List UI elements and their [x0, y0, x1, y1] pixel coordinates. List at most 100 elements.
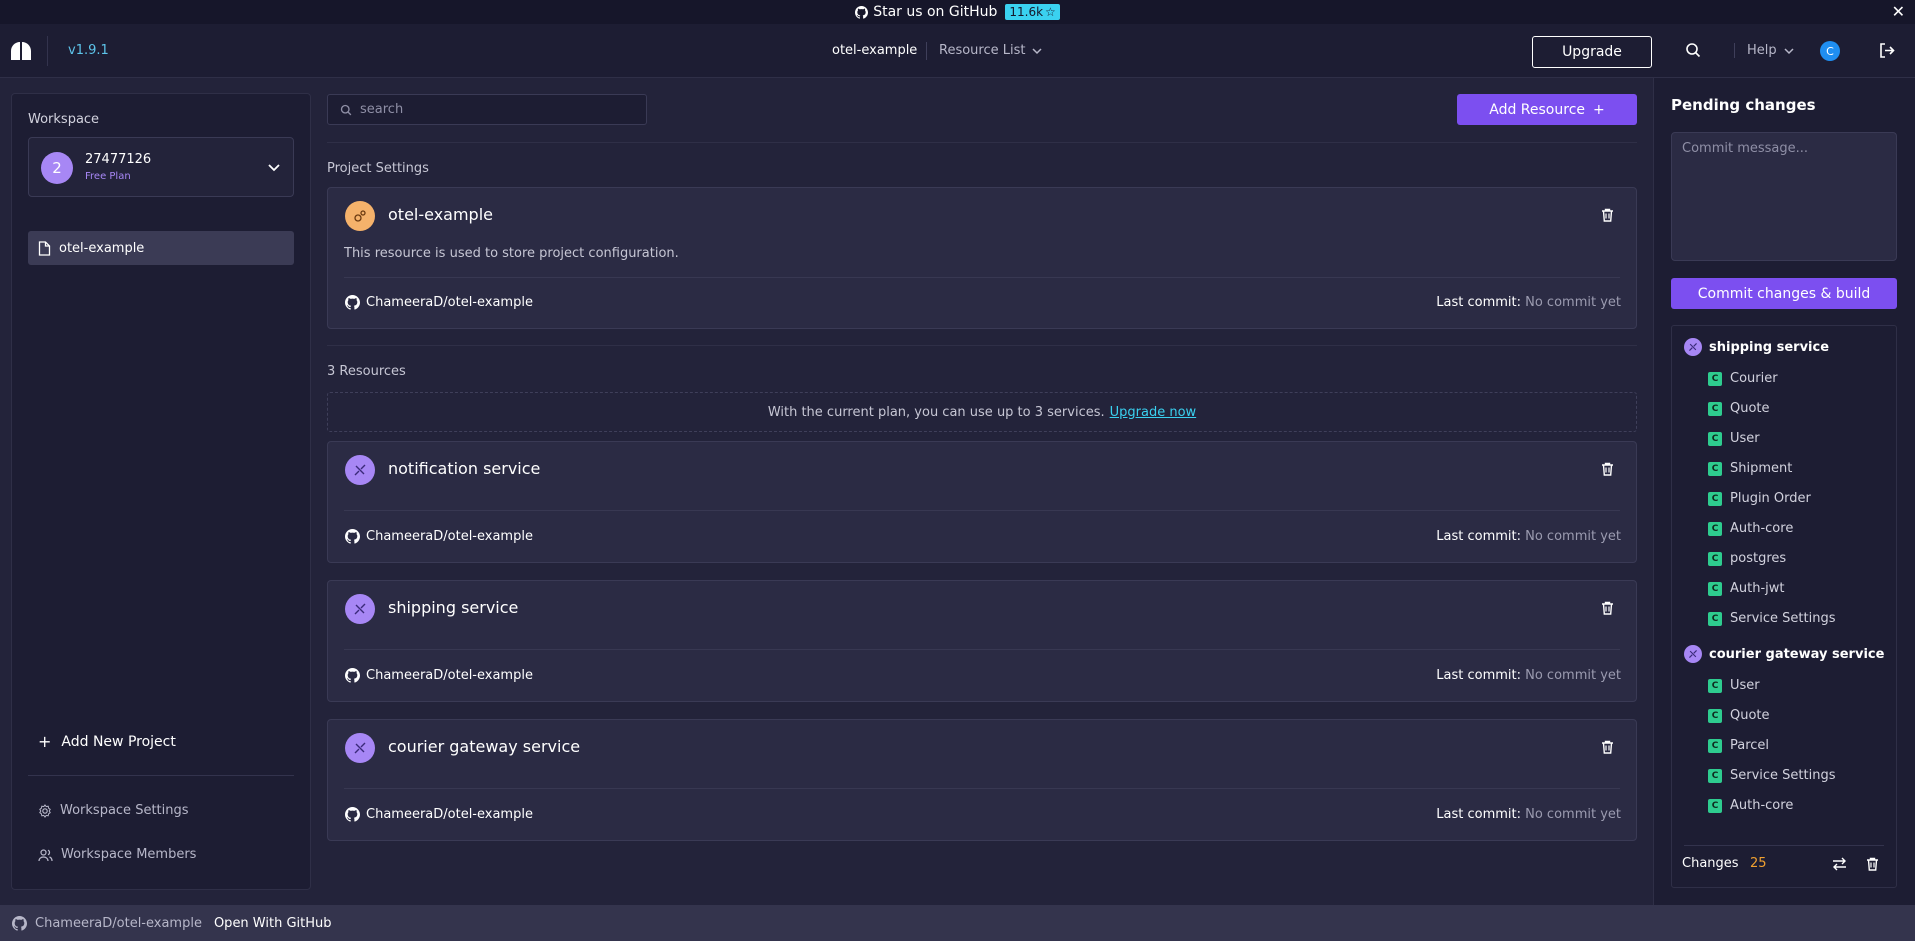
commit-message-input[interactable]: [1671, 132, 1897, 261]
changes-service-group[interactable]: shipping service: [1684, 338, 1829, 356]
sidebar-item-otel-example[interactable]: otel-example: [28, 231, 294, 265]
change-item[interactable]: C Plugin Order: [1708, 491, 1811, 506]
chevron-down-icon: [268, 164, 280, 172]
change-item[interactable]: C Auth-core: [1708, 521, 1793, 536]
repo-link[interactable]: ChameeraD/otel-example: [345, 668, 533, 683]
trash-icon[interactable]: [1601, 601, 1614, 615]
changes-list: Changes 25 shipping service C Courier C Quot…: [1671, 325, 1897, 888]
header-divider: [926, 42, 927, 60]
project-settings-card[interactable]: otel-example This resource is used to st…: [327, 187, 1637, 329]
current-project-name[interactable]: otel-example: [832, 43, 917, 58]
service-icon: [345, 455, 375, 485]
card-divider: [344, 788, 1620, 789]
search-icon[interactable]: [1685, 42, 1701, 58]
workspace-members-label: Workspace Members: [61, 847, 197, 862]
add-resource-label: Add Resource: [1489, 101, 1586, 118]
change-item[interactable]: C Courier: [1708, 371, 1778, 386]
github-icon: [345, 807, 360, 822]
trash-icon[interactable]: [1601, 208, 1614, 222]
top-header: v1.9.1 otel-example Resource List Upgrad…: [0, 24, 1915, 78]
resource-card[interactable]: notification service ChameeraD/otel-exam…: [327, 441, 1637, 563]
change-item[interactable]: C Shipment: [1708, 461, 1792, 476]
service-icon: [1684, 338, 1702, 356]
chevron-down-icon: [1784, 47, 1794, 54]
change-item[interactable]: C Quote: [1708, 708, 1770, 723]
plus-icon: +: [1593, 101, 1605, 118]
resource-card[interactable]: courier gateway service ChameeraD/otel-e…: [327, 719, 1637, 841]
repo-link[interactable]: ChameeraD/otel-example: [345, 529, 533, 544]
upgrade-now-link[interactable]: Upgrade now: [1110, 405, 1197, 420]
github-star-count[interactable]: 11.6k ☆: [1005, 4, 1060, 20]
card-divider: [344, 649, 1620, 650]
close-banner-icon[interactable]: ✕: [1892, 2, 1905, 21]
change-item-label: Courier: [1730, 371, 1778, 386]
resource-card[interactable]: shipping service ChameeraD/otel-example …: [327, 580, 1637, 702]
sidebar-divider: [28, 775, 294, 776]
help-dropdown[interactable]: Help: [1734, 43, 1795, 58]
compare-icon[interactable]: [1832, 857, 1847, 871]
app-logo-icon[interactable]: [11, 42, 31, 60]
workspace-label: Workspace: [28, 112, 100, 127]
workspace-selector[interactable]: 2 27477126 Free Plan: [28, 137, 294, 197]
open-with-github-link[interactable]: Open With GitHub: [214, 916, 332, 931]
user-avatar[interactable]: C: [1820, 41, 1840, 61]
trash-icon[interactable]: [1601, 462, 1614, 476]
last-commit: Last commit: No commit yet: [1436, 807, 1621, 822]
last-commit-label: Last commit:: [1436, 807, 1521, 822]
add-resource-button[interactable]: Add Resource +: [1457, 94, 1637, 125]
change-created-badge: C: [1708, 521, 1722, 536]
change-item[interactable]: Cpostgres: [1708, 551, 1786, 566]
add-new-project-button[interactable]: + Add New Project: [38, 732, 176, 751]
resources-count: 3 Resources: [327, 364, 406, 379]
trash-icon[interactable]: [1866, 857, 1879, 871]
github-star-link[interactable]: Star us on GitHub: [855, 4, 997, 20]
changes-service-group[interactable]: courier gateway service: [1684, 645, 1884, 663]
change-created-badge: C: [1708, 491, 1722, 506]
changes-label: Changes: [1682, 856, 1739, 871]
search-input[interactable]: [360, 102, 620, 117]
change-item-label: Auth-core: [1730, 521, 1794, 536]
resource-title: notification service: [388, 459, 541, 478]
commit-build-button[interactable]: Commit changes & build: [1671, 278, 1897, 309]
github-star-text: Star us on GitHub: [873, 4, 998, 20]
project-settings-label: Project Settings: [327, 161, 429, 176]
version-label[interactable]: v1.9.1: [68, 43, 109, 58]
chevron-down-icon: [1032, 47, 1043, 54]
change-created-badge: C: [1708, 611, 1722, 626]
plan-limit-text: With the current plan, you can use up to…: [767, 404, 1105, 420]
footer-repo: ChameeraD/otel-example: [35, 915, 202, 931]
upgrade-button[interactable]: Upgrade: [1532, 36, 1652, 68]
last-commit: Last commit: No commit yet: [1436, 295, 1621, 310]
repo-link[interactable]: ChameeraD/otel-example: [345, 295, 533, 310]
change-item[interactable]: C Service Settings: [1708, 768, 1836, 783]
repo-link[interactable]: ChameeraD/otel-example: [345, 807, 533, 822]
change-item-label: Auth-core: [1730, 798, 1794, 813]
resource-list-dropdown[interactable]: Resource List: [939, 43, 1043, 58]
change-created-badge: C: [1708, 768, 1722, 783]
workspace-members-link[interactable]: Workspace Members: [38, 847, 196, 862]
trash-icon[interactable]: [1601, 740, 1614, 754]
section-divider: [327, 142, 1637, 143]
change-item[interactable]: C Auth-jwt: [1708, 581, 1785, 596]
github-banner: Star us on GitHub 11.6k ☆ ✕: [0, 0, 1915, 24]
workspace-settings-link[interactable]: Workspace Settings: [38, 803, 189, 818]
change-item-label: User: [1730, 678, 1760, 693]
change-item[interactable]: C Auth-core: [1708, 798, 1793, 813]
change-item[interactable]: C Quote: [1708, 401, 1770, 416]
project-card-title: otel-example: [388, 205, 493, 224]
bottom-bar: ChameeraD/otel-example Open With GitHub: [0, 905, 1915, 941]
github-icon: [345, 529, 360, 544]
github-icon: [855, 5, 869, 19]
change-item[interactable]: C Parcel: [1708, 738, 1769, 753]
change-item[interactable]: C Service Settings: [1708, 611, 1836, 626]
change-item[interactable]: C User: [1708, 431, 1760, 446]
sidebar-item-label: otel-example: [59, 240, 145, 256]
change-created-badge: C: [1708, 371, 1722, 386]
change-item-label: Plugin Order: [1730, 491, 1811, 506]
change-item[interactable]: C User: [1708, 678, 1760, 693]
logout-icon[interactable]: [1878, 42, 1895, 59]
card-divider: [344, 277, 1620, 278]
resource-search[interactable]: [327, 94, 647, 125]
repo-name: ChameeraD/otel-example: [366, 807, 533, 822]
repo-name: ChameeraD/otel-example: [366, 668, 533, 683]
